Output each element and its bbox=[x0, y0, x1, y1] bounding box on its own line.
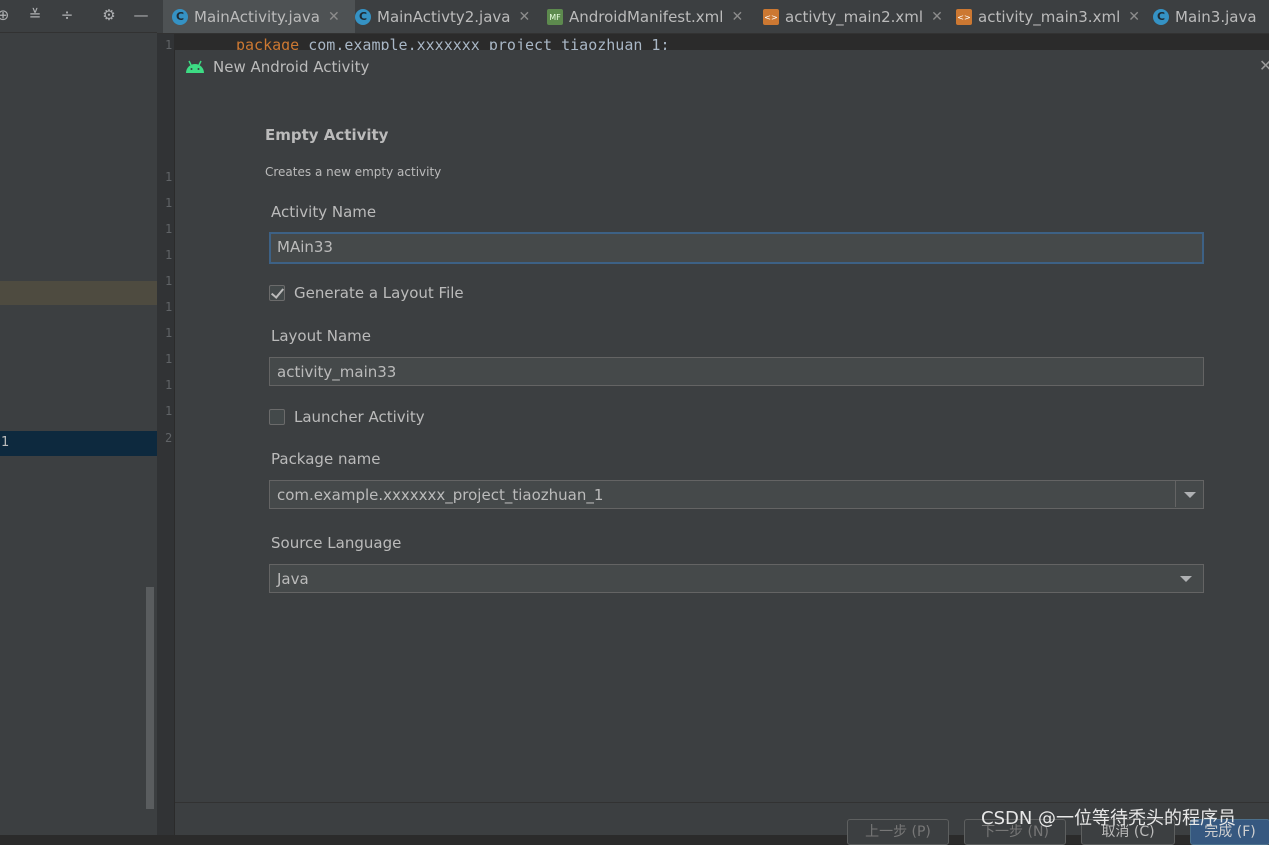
line-number: 1 bbox=[165, 196, 173, 210]
dialog-title: New Android Activity bbox=[213, 58, 370, 76]
generate-layout-row[interactable]: Generate a Layout File bbox=[269, 284, 464, 302]
layout-name-label: Layout Name bbox=[271, 327, 372, 345]
new-android-activity-dialog: New Android Activity ✕ Empty Activity Cr… bbox=[174, 50, 1269, 845]
chevron-down-icon bbox=[1180, 576, 1192, 582]
hide-icon[interactable]: — bbox=[132, 6, 150, 24]
launcher-activity-label: Launcher Activity bbox=[294, 408, 425, 426]
java-class-icon: C bbox=[172, 8, 188, 25]
tab-androidmanifest-xml[interactable]: MF AndroidManifest.xml ✕ bbox=[547, 0, 743, 33]
template-title: Empty Activity bbox=[265, 126, 389, 144]
layout-name-input[interactable]: activity_main33 bbox=[269, 357, 1204, 386]
tab-activity-main3-xml[interactable]: <> activity_main3.xml ✕ bbox=[956, 0, 1140, 33]
close-icon[interactable]: ✕ bbox=[1128, 9, 1140, 25]
layout-xml-icon: <> bbox=[956, 8, 972, 25]
dialog-title-bar[interactable]: New Android Activity ✕ bbox=[175, 50, 1269, 86]
layout-xml-icon: <> bbox=[763, 8, 779, 25]
editor-tab-bar: C MainActivity.java ✕ C MainActivty2.jav… bbox=[157, 0, 1269, 34]
line-number: 1 bbox=[165, 326, 173, 340]
tab-mainactivty2-java[interactable]: C MainActivty2.java ✕ bbox=[355, 0, 530, 33]
project-scrollbar[interactable] bbox=[146, 587, 154, 809]
line-number: 1 bbox=[165, 378, 173, 392]
package-name-combo[interactable]: com.example.xxxxxxx_project_tiaozhuan_1 bbox=[269, 480, 1204, 509]
generate-layout-checkbox[interactable] bbox=[269, 285, 285, 301]
project-tree-selected-row[interactable]: 1 bbox=[0, 431, 157, 456]
gear-icon[interactable]: ⚙ bbox=[100, 6, 118, 24]
locate-icon[interactable]: ⊕ bbox=[0, 6, 12, 24]
collapse-all-icon[interactable]: ÷ bbox=[58, 6, 76, 24]
java-class-icon: C bbox=[355, 8, 371, 25]
close-icon[interactable]: ✕ bbox=[328, 9, 340, 25]
package-name-value: com.example.xxxxxxx_project_tiaozhuan_1 bbox=[277, 486, 604, 504]
tab-label: Main3.java bbox=[1175, 7, 1257, 26]
watermark: CSDN @一位等待秃头的程序员 bbox=[981, 808, 1237, 829]
project-panel: ⊕ ≚ ÷ ⚙ — 1 bbox=[0, 0, 157, 835]
package-name-dropdown-button[interactable] bbox=[1175, 481, 1203, 507]
close-icon[interactable]: ✕ bbox=[1259, 56, 1269, 75]
line-number: 1 bbox=[165, 248, 173, 262]
project-tree-selected-label: 1 bbox=[1, 435, 10, 450]
close-icon[interactable]: ✕ bbox=[518, 9, 530, 25]
tab-label: MainActivty2.java bbox=[377, 7, 511, 26]
project-toolbar: ⊕ ≚ ÷ ⚙ — bbox=[0, 0, 157, 33]
generate-layout-label: Generate a Layout File bbox=[294, 284, 464, 302]
line-number: 1 bbox=[165, 274, 173, 288]
tab-main3-java[interactable]: C Main3.java bbox=[1153, 0, 1257, 33]
line-number: 2 bbox=[165, 431, 173, 445]
launcher-activity-row[interactable]: Launcher Activity bbox=[269, 408, 425, 426]
previous-button[interactable]: 上一步 (P) bbox=[847, 819, 949, 845]
expand-all-icon[interactable]: ≚ bbox=[26, 6, 44, 24]
android-icon bbox=[186, 60, 204, 73]
line-number: 1 bbox=[165, 300, 173, 314]
tab-label: AndroidManifest.xml bbox=[569, 7, 724, 26]
tab-mainactivity-java[interactable]: C MainActivity.java ✕ bbox=[163, 0, 355, 33]
template-description: Creates a new empty activity bbox=[265, 165, 442, 179]
activity-name-input[interactable]: MAin33 bbox=[269, 232, 1204, 264]
launcher-activity-checkbox[interactable] bbox=[269, 409, 285, 425]
tab-activty-main2-xml[interactable]: <> activty_main2.xml ✕ bbox=[763, 0, 943, 33]
close-icon[interactable]: ✕ bbox=[931, 9, 943, 25]
line-number: 1 bbox=[165, 404, 173, 418]
activity-name-label: Activity Name bbox=[271, 203, 377, 221]
editor-gutter: 1 1 1 1 1 1 1 1 1 1 1 2 bbox=[157, 34, 174, 835]
package-name-label: Package name bbox=[271, 450, 381, 468]
line-number: 1 bbox=[165, 352, 173, 366]
manifest-icon: MF bbox=[547, 8, 563, 25]
source-language-select[interactable]: Java bbox=[269, 564, 1204, 593]
project-tree-highlighted-row[interactable] bbox=[0, 281, 157, 305]
java-class-icon: C bbox=[1153, 8, 1169, 25]
line-number: 1 bbox=[165, 222, 173, 236]
line-number: 1 bbox=[165, 170, 173, 184]
tab-label: MainActivity.java bbox=[194, 7, 320, 26]
chevron-down-icon bbox=[1184, 492, 1196, 498]
line-number: 1 bbox=[165, 38, 173, 52]
tab-label: activty_main2.xml bbox=[785, 7, 924, 26]
source-language-value: Java bbox=[277, 570, 309, 588]
close-icon[interactable]: ✕ bbox=[731, 9, 743, 25]
source-language-label: Source Language bbox=[271, 534, 402, 552]
tab-label: activity_main3.xml bbox=[978, 7, 1121, 26]
